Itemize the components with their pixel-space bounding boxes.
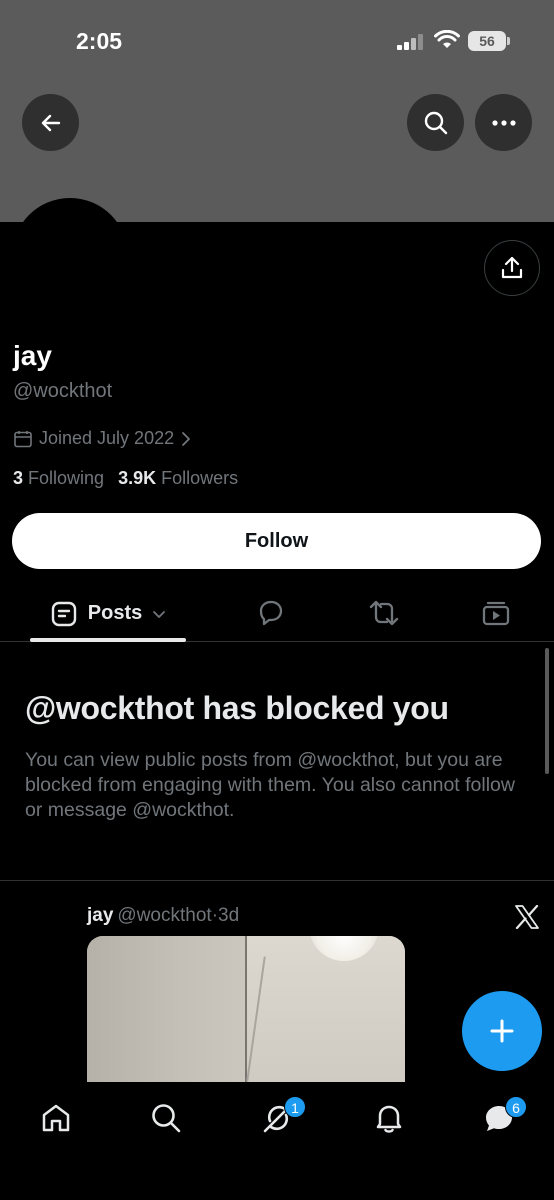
compose-post-button[interactable] — [462, 991, 542, 1071]
bottom-nav: 1 6 — [0, 1082, 554, 1200]
tab-reposts[interactable] — [366, 595, 402, 631]
chevron-down-icon — [153, 610, 166, 618]
wifi-icon — [434, 30, 460, 48]
battery-indicator: 56 — [468, 31, 506, 51]
cellular-signal-icon — [397, 34, 425, 50]
status-bar: 2:05 56 — [0, 0, 554, 84]
status-time: 2:05 — [76, 28, 123, 54]
post-header: jay @wockthot·3d — [87, 905, 239, 927]
profile-handle: @wockthot — [13, 380, 113, 402]
messages-badge: 6 — [505, 1096, 527, 1118]
chevron-right-icon — [182, 431, 191, 446]
home-icon — [42, 1104, 70, 1132]
tab-posts[interactable]: Posts — [30, 585, 186, 642]
battery-tip — [507, 37, 510, 45]
calendar-icon — [14, 430, 32, 447]
tab-media[interactable] — [478, 595, 514, 631]
joined-label: Joined July 2022 — [39, 428, 175, 448]
posts-tab-icon — [51, 601, 76, 626]
avatar[interactable] — [12, 198, 128, 314]
follow-button[interactable]: Follow — [12, 513, 541, 569]
followers-count: 3.9K — [118, 468, 157, 488]
blocked-description: You can view public posts from @wockthot… — [25, 749, 515, 821]
share-icon — [501, 256, 523, 279]
nav-search[interactable] — [146, 1098, 186, 1138]
media-image-left — [87, 936, 246, 1082]
grok-badge: 1 — [284, 1096, 306, 1118]
joined-date[interactable]: Joined July 2022 — [13, 428, 192, 449]
following-label: Following — [28, 468, 105, 488]
profile-stats: 3 Following 3.9K Followers — [13, 468, 238, 489]
plus-icon — [490, 1019, 514, 1043]
post-author-name[interactable]: jay — [87, 905, 113, 926]
more-button[interactable] — [475, 94, 532, 151]
post-media[interactable] — [87, 936, 405, 1082]
search-icon — [424, 111, 447, 134]
blocked-title: @wockthot has blocked you — [25, 690, 449, 726]
followers-link[interactable]: 3.9K Followers — [118, 468, 238, 489]
search-button[interactable] — [407, 94, 464, 151]
more-icon — [491, 119, 516, 126]
back-button[interactable] — [22, 94, 79, 151]
post-time: 3d — [218, 905, 240, 926]
following-link[interactable]: 3 Following — [13, 468, 104, 489]
tab-posts-label: Posts — [87, 602, 143, 624]
nav-home[interactable] — [36, 1098, 76, 1138]
notifications-icon — [376, 1105, 402, 1133]
repost-tab-icon — [369, 600, 399, 626]
x-logo-icon — [515, 905, 539, 929]
back-arrow-icon — [41, 114, 60, 131]
scrollbar[interactable] — [545, 648, 549, 774]
share-button[interactable] — [484, 240, 540, 296]
profile-tabs: Posts — [0, 585, 554, 642]
profile-name: jay — [13, 340, 52, 371]
media-image-right — [247, 936, 405, 1082]
divider — [0, 880, 554, 881]
replies-tab-icon — [259, 600, 283, 626]
search-icon — [152, 1104, 181, 1133]
active-tab-indicator — [30, 638, 186, 642]
followers-label: Followers — [161, 468, 239, 488]
media-tab-icon — [482, 601, 510, 626]
tab-replies[interactable] — [253, 595, 289, 631]
post-author-handle[interactable]: @wockthot — [117, 905, 211, 926]
following-count: 3 — [13, 468, 24, 488]
nav-notifications[interactable] — [369, 1098, 409, 1138]
